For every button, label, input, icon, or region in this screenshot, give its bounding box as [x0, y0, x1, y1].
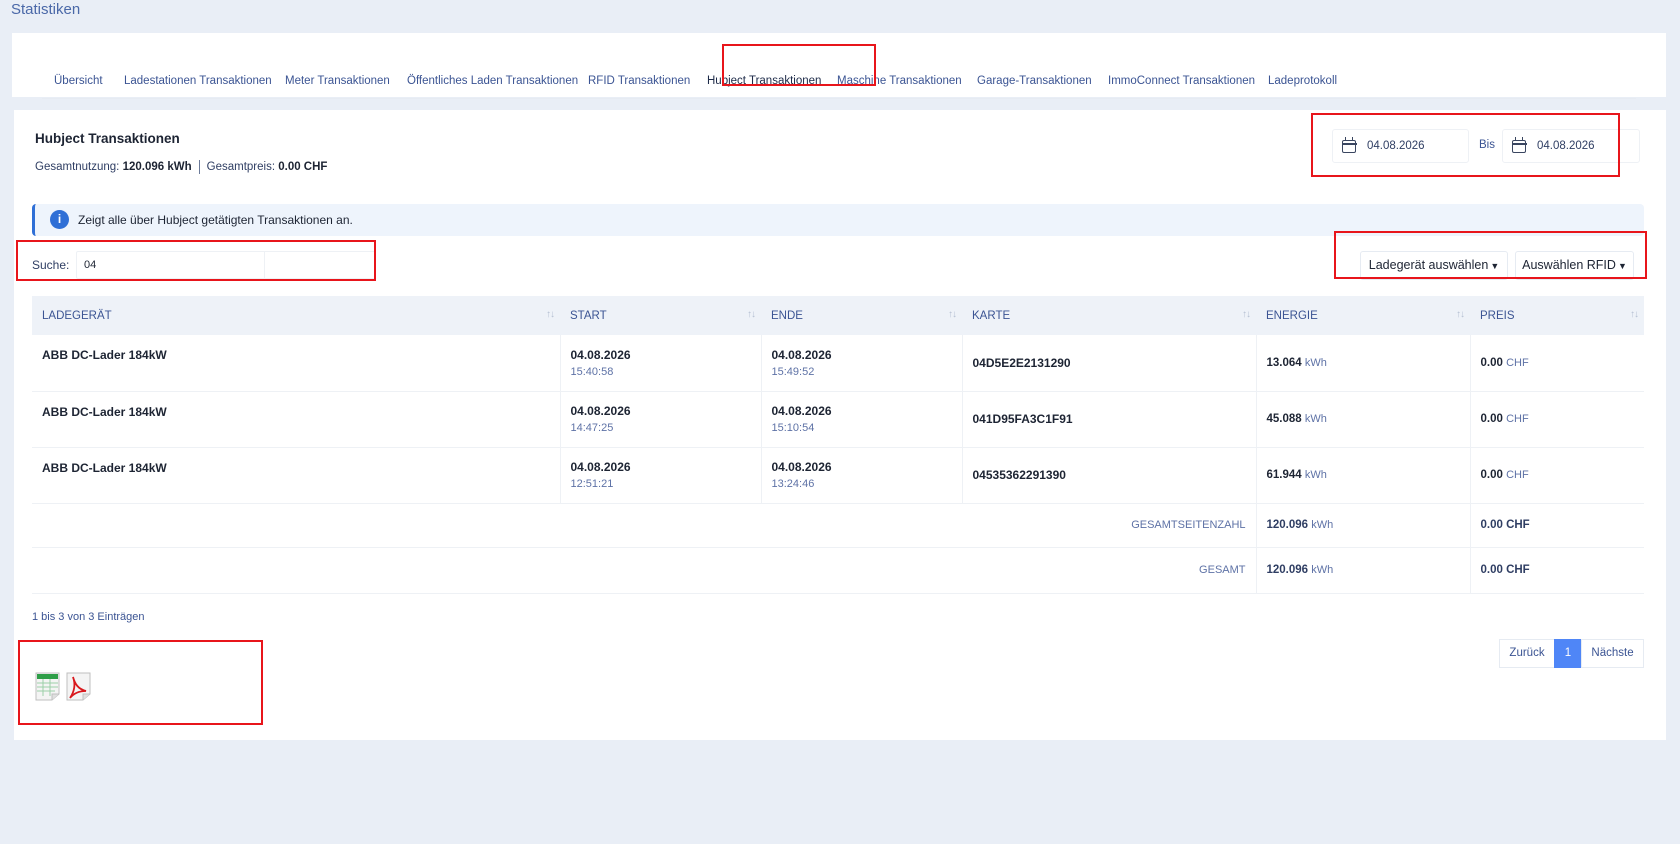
- cell-start: 04.08.2026 14:47:25: [560, 391, 762, 448]
- chevron-down-icon: ▼: [1490, 261, 1500, 271]
- table-row: ABB DC-Lader 184kW 04.08.2026 14:47:25 04…: [32, 391, 1644, 448]
- tab-overview[interactable]: Übersicht: [54, 75, 103, 87]
- transactions-table: LADEGERÄT ↑↓ START ↑↓ ENDE ↑↓ KARTE ↑↓ ENERG…: [32, 296, 1644, 594]
- sort-icon: ↑↓: [747, 309, 756, 320]
- date-range-separator: Bis: [1479, 139, 1495, 151]
- cell-energy: 45.088 kWh: [1256, 391, 1471, 448]
- tab-rfid[interactable]: RFID Transaktionen: [588, 75, 690, 87]
- cell-card: 041D95FA3C1F91: [962, 391, 1257, 448]
- calendar-icon: [1341, 137, 1357, 153]
- info-icon: i: [50, 210, 69, 229]
- cell-charger: ABB DC-Lader 184kW: [32, 335, 561, 392]
- col-header-card[interactable]: KARTE ↑↓: [962, 296, 1256, 335]
- charger-select-label: Ladegerät auswählen: [1368, 258, 1489, 272]
- cell-card: 04535362291390: [962, 447, 1257, 504]
- date-to-field[interactable]: 04.08.2026: [1502, 129, 1640, 163]
- rfid-select[interactable]: Auswählen RFID ▼: [1515, 251, 1634, 280]
- chevron-down-icon: ▼: [1617, 261, 1627, 271]
- col-header-charger[interactable]: LADEGERÄT ↑↓: [32, 296, 560, 335]
- tab-immoconnect[interactable]: ImmoConnect Transaktionen: [1108, 75, 1255, 87]
- tab-meter[interactable]: Meter Transaktionen: [285, 75, 390, 87]
- totals-summary: Gesamtnutzung: 120.096 kWh Gesamtpreis: 0…: [35, 160, 327, 174]
- calendar-icon: [1511, 137, 1527, 153]
- table-row: ABB DC-Lader 184kW 04.08.2026 15:40:58 04…: [32, 335, 1644, 392]
- info-alert: i Zeigt alle über Hubject getätigten Tra…: [32, 204, 1644, 236]
- date-to-value: 04.08.2026: [1537, 140, 1595, 152]
- col-header-start[interactable]: START ↑↓: [560, 296, 761, 335]
- grand-total-energy: 120.096 kWh: [1256, 547, 1471, 594]
- cell-end: 04.08.2026 15:49:52: [761, 335, 963, 392]
- tab-charging-log[interactable]: Ladeprotokoll: [1268, 75, 1337, 87]
- tab-machine[interactable]: Maschine Transaktionen: [837, 75, 962, 87]
- cell-end: 04.08.2026 13:24:46: [761, 447, 963, 504]
- table-row: ABB DC-Lader 184kW 04.08.2026 12:51:21 04…: [32, 447, 1644, 504]
- price-value: 0.00 CHF: [278, 161, 328, 174]
- tabs-card: Übersicht Ladestationen Transaktionen Me…: [12, 33, 1666, 99]
- cell-price: 0.00 CHF: [1470, 447, 1644, 504]
- pagination-prev-button[interactable]: Zurück: [1499, 639, 1555, 668]
- divider: [198, 160, 200, 174]
- cell-charger: ABB DC-Lader 184kW: [32, 447, 561, 504]
- usage-value: 120.096 kWh: [122, 161, 192, 174]
- rfid-select-label: Auswählen RFID: [1522, 258, 1616, 272]
- grand-total-label: GESAMT: [32, 547, 1257, 594]
- sort-icon: ↑↓: [1630, 309, 1639, 320]
- date-from-value: 04.08.2026: [1367, 140, 1425, 152]
- page-total-row: GESAMTSEITENZAHL 120.096 kWh 0.00 CHF: [32, 503, 1644, 548]
- sort-icon: ↑↓: [948, 309, 957, 320]
- sort-icon: ↑↓: [1456, 309, 1465, 320]
- page-total-price: 0.00 CHF: [1470, 503, 1644, 548]
- tab-public-charging[interactable]: Öffentliches Laden Transaktionen: [407, 75, 578, 87]
- cell-charger: ABB DC-Lader 184kW: [32, 391, 561, 448]
- col-header-energy[interactable]: ENERGIE ↑↓: [1256, 296, 1470, 335]
- grand-total-row: GESAMT 120.096 kWh 0.00 CHF: [32, 547, 1644, 594]
- search-label: Suche:: [32, 258, 70, 272]
- grand-total-price: 0.00 CHF: [1470, 547, 1644, 594]
- tab-charging-stations[interactable]: Ladestationen Transaktionen: [124, 75, 272, 87]
- info-text: Zeigt alle über Hubject getätigten Trans…: [78, 213, 353, 227]
- col-header-end[interactable]: ENDE ↑↓: [761, 296, 962, 335]
- date-from-field[interactable]: 04.08.2026: [1332, 129, 1469, 163]
- entries-info: 1 bis 3 von 3 Einträgen: [32, 611, 145, 623]
- search-divider: [264, 251, 265, 279]
- cell-price: 0.00 CHF: [1470, 335, 1644, 392]
- cell-card: 04D5E2E2131290: [962, 335, 1257, 392]
- table-header-row: LADEGERÄT ↑↓ START ↑↓ ENDE ↑↓ KARTE ↑↓ ENERG…: [32, 296, 1644, 335]
- section-title: Hubject Transaktionen: [35, 131, 180, 146]
- usage-label: Gesamtnutzung:: [35, 161, 120, 174]
- cell-price: 0.00 CHF: [1470, 391, 1644, 448]
- page-total-label: GESAMTSEITENZAHL: [32, 503, 1257, 548]
- cell-start: 04.08.2026 15:40:58: [560, 335, 762, 392]
- tab-hubject[interactable]: Hubject Transaktionen: [707, 75, 821, 87]
- sort-icon: ↑↓: [546, 309, 555, 320]
- pagination-page-1[interactable]: 1: [1554, 639, 1582, 668]
- excel-export-icon[interactable]: [35, 672, 60, 701]
- search-input[interactable]: [76, 251, 376, 279]
- pdf-export-icon[interactable]: [66, 672, 91, 701]
- pagination-next-button[interactable]: Nächste: [1581, 639, 1644, 668]
- page-title: Statistiken: [11, 1, 81, 18]
- page-total-energy: 120.096 kWh: [1256, 503, 1471, 548]
- cell-energy: 61.944 kWh: [1256, 447, 1471, 504]
- cell-start: 04.08.2026 12:51:21: [560, 447, 762, 504]
- sort-icon: ↑↓: [1242, 309, 1251, 320]
- cell-end: 04.08.2026 15:10:54: [761, 391, 963, 448]
- cell-energy: 13.064 kWh: [1256, 335, 1471, 392]
- tab-bar: Übersicht Ladestationen Transaktionen Me…: [42, 57, 1636, 99]
- price-label: Gesamtpreis:: [206, 161, 276, 174]
- col-header-price[interactable]: PREIS ↑↓: [1470, 296, 1644, 335]
- tab-garage[interactable]: Garage-Transaktionen: [977, 75, 1092, 87]
- charger-select[interactable]: Ladegerät auswählen ▼: [1360, 251, 1508, 280]
